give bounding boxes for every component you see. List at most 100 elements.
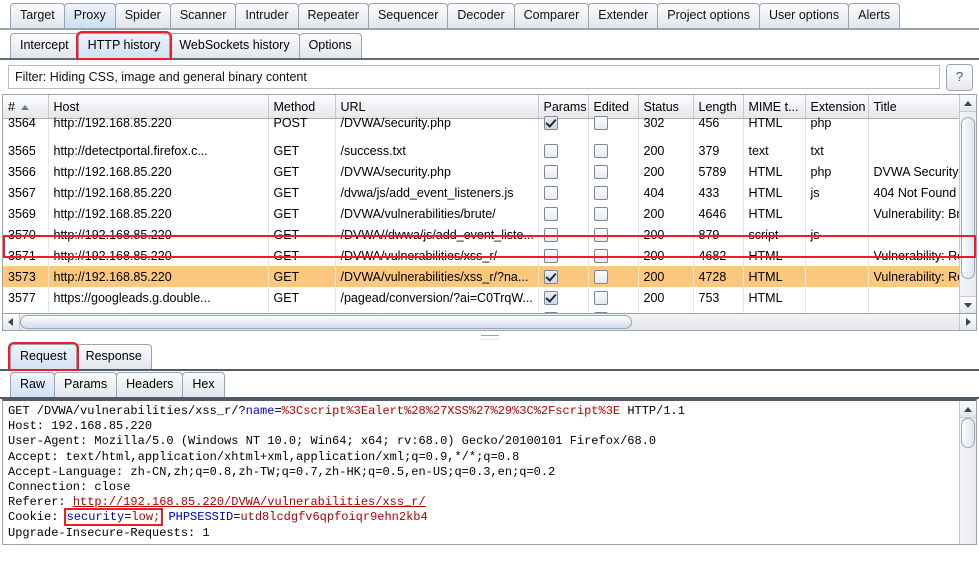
edited-checkbox[interactable]	[593, 248, 608, 263]
subtab-http-history[interactable]: HTTP history	[75, 31, 173, 60]
tab-request[interactable]: Request	[8, 342, 79, 371]
tab-target[interactable]: Target	[10, 3, 65, 28]
edited-checkbox[interactable]	[593, 269, 608, 284]
cell-host: http://192.168.85.220	[48, 161, 269, 182]
cookie-security-name: security	[66, 510, 125, 525]
table-row[interactable]: 3566 http://192.168.85.220 GET /DVWA/sec…	[3, 161, 960, 182]
edited-checkbox[interactable]	[593, 164, 608, 179]
table-horizontal-scrollbar[interactable]	[2, 314, 977, 331]
tab-intruder[interactable]: Intruder	[235, 3, 299, 28]
params-checkbox[interactable]	[543, 206, 558, 221]
http-history-table: # Host Method URL Params Edited Status L…	[3, 95, 960, 313]
table-row[interactable]: 3564 http://192.168.85.220 POST /DVWA/se…	[3, 111, 960, 133]
table-row[interactable]: 3569 http://192.168.85.220 GET /DVWA/vul…	[3, 203, 960, 224]
cookie-phpsessid-value: utd8lcdgfv6qpfoiqr9ehn2kb4	[240, 510, 428, 525]
subtab-websockets-history[interactable]: WebSockets history	[169, 33, 300, 58]
tab-repeater[interactable]: Repeater	[297, 3, 369, 28]
tab-spider[interactable]: Spider	[114, 3, 171, 28]
scroll-up-arrow-icon[interactable]	[960, 401, 976, 418]
cell-params	[538, 140, 589, 161]
scroll-down-arrow-icon[interactable]	[960, 296, 976, 313]
params-checkbox[interactable]	[543, 185, 558, 200]
edited-checkbox[interactable]	[593, 115, 608, 130]
subtab-intercept[interactable]: Intercept	[10, 33, 79, 58]
cell-mime: HTML	[743, 182, 806, 203]
tab-response[interactable]: Response	[75, 344, 152, 369]
cell-url: /DVWA/vulnerabilities/xss_r/?na...	[335, 266, 539, 287]
edited-checkbox[interactable]	[593, 290, 608, 305]
tab-alerts[interactable]: Alerts	[848, 3, 901, 28]
params-checkbox[interactable]	[543, 115, 558, 130]
table-row[interactable]: 3567 http://192.168.85.220 GET /dvwa/js/…	[3, 182, 960, 203]
scroll-up-arrow-icon[interactable]	[960, 95, 976, 112]
tab-user-options[interactable]: User options	[758, 3, 850, 28]
cell-host: http://192.168.85.220	[48, 266, 269, 287]
tab-raw[interactable]: Raw	[10, 372, 56, 397]
tab-scanner[interactable]: Scanner	[169, 3, 237, 28]
table-row-selected[interactable]: 3573 http://192.168.85.220 GET /DVWA/vul…	[3, 266, 960, 287]
tab-extender[interactable]: Extender	[588, 3, 659, 28]
tab-project-options[interactable]: Project options	[657, 3, 760, 28]
edited-checkbox[interactable]	[593, 227, 608, 242]
tab-label: Project options	[667, 8, 750, 22]
tab-proxy[interactable]: Proxy	[63, 3, 116, 28]
cell-extension: txt	[805, 140, 869, 161]
cell-mime: text	[743, 140, 806, 161]
cell-method: GET	[268, 287, 336, 308]
request-header-connection: Connection: close	[8, 480, 131, 495]
filter-bar[interactable]: Filter: Hiding CSS, image and general bi…	[8, 65, 940, 89]
cell-title	[868, 140, 960, 161]
subtab-options[interactable]: Options	[298, 33, 362, 58]
table-row[interactable]: 3577 https://googleads.g.double... GET /…	[3, 287, 960, 308]
table-vertical-scrollbar[interactable]	[959, 95, 976, 313]
cell-extension	[805, 266, 869, 287]
editor-vertical-scrollbar[interactable]	[959, 401, 976, 544]
params-checkbox[interactable]	[543, 248, 558, 263]
edited-checkbox[interactable]	[593, 185, 608, 200]
cell-edited	[588, 287, 639, 308]
params-checkbox[interactable]	[543, 269, 558, 284]
params-checkbox[interactable]	[543, 227, 558, 242]
tab-comparer[interactable]: Comparer	[513, 3, 590, 28]
params-checkbox[interactable]	[543, 164, 558, 179]
cell-number: 3569	[3, 203, 49, 224]
cell-method: GET	[268, 182, 336, 203]
request-header-accept-language: Accept-Language: zh-CN,zh;q=0.8,zh-TW;q=…	[8, 464, 556, 479]
vertical-scroll-thumb[interactable]	[961, 418, 975, 448]
table-row[interactable]: 3565 http://detectportal.firefox.c... GE…	[3, 140, 960, 161]
tab-hex[interactable]: Hex	[182, 372, 225, 397]
edited-checkbox[interactable]	[593, 206, 608, 221]
cell-status: 404	[638, 182, 694, 203]
tab-decoder[interactable]: Decoder	[447, 3, 515, 28]
cell-edited	[588, 161, 639, 182]
tab-sequencer[interactable]: Sequencer	[367, 3, 449, 28]
tab-label: Comparer	[523, 8, 580, 22]
table-row[interactable]: 3571 http://192.168.85.220 GET /DVWA/vul…	[3, 245, 960, 266]
panel-splitter[interactable]	[0, 331, 979, 342]
request-text[interactable]: GET /DVWA/vulnerabilities/xss_r/?name=%3…	[3, 401, 976, 541]
params-checkbox[interactable]	[543, 290, 558, 305]
edited-checkbox[interactable]	[593, 143, 608, 158]
cell-params	[538, 161, 589, 182]
request-raw-editor[interactable]: GET /DVWA/vulnerabilities/xss_r/?name=%3…	[2, 399, 977, 545]
cell-host: http://192.168.85.220	[48, 111, 269, 133]
tab-label: Response	[85, 349, 142, 363]
cell-extension	[805, 203, 869, 224]
params-checkbox[interactable]	[543, 143, 558, 158]
tab-headers[interactable]: Headers	[116, 372, 184, 397]
tab-label: Spider	[124, 8, 161, 22]
tab-params[interactable]: Params	[54, 372, 118, 397]
scroll-left-arrow-icon[interactable]	[3, 314, 20, 330]
cell-mime: script	[743, 224, 806, 245]
cell-title	[868, 224, 960, 245]
vertical-scroll-thumb[interactable]	[961, 117, 975, 279]
cell-url: /DVWA/security.php	[335, 161, 539, 182]
help-icon[interactable]: ?	[946, 63, 973, 91]
cell-title	[868, 111, 960, 133]
table-row[interactable]: 3570 http://192.168.85.220 GET /DVWA//dw…	[3, 224, 960, 245]
cell-length: 753	[693, 287, 744, 308]
request-header-accept: Accept: text/html,application/xhtml+xml,…	[8, 449, 520, 464]
tab-label: Alerts	[858, 8, 891, 22]
scroll-right-arrow-icon[interactable]	[959, 314, 976, 330]
horizontal-scroll-thumb[interactable]	[20, 315, 632, 329]
